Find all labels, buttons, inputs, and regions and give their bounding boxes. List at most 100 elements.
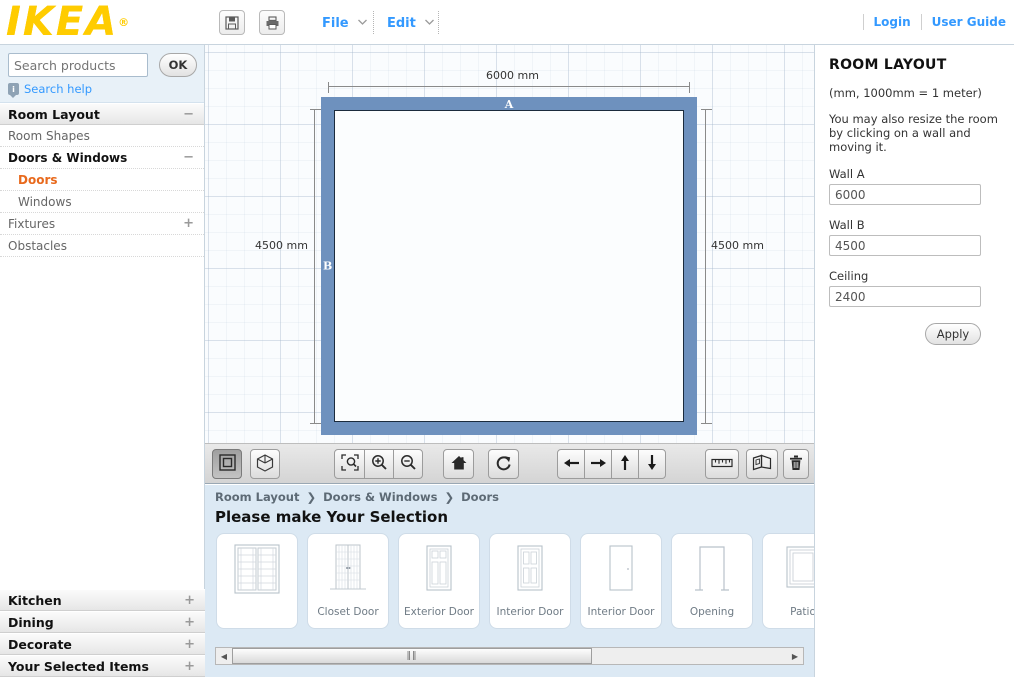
breadcrumb-item-1[interactable]: Doors & Windows — [323, 490, 437, 504]
scroll-left-button[interactable]: ◀ — [216, 648, 232, 664]
menu-edit[interactable]: Edit — [387, 13, 434, 33]
sidebar-item-obstacles[interactable]: Obstacles — [0, 235, 204, 257]
sidebar-item-label: Your Selected Items — [8, 659, 149, 674]
sidebar-item-label: Kitchen — [8, 593, 62, 608]
room-floor[interactable] — [334, 110, 684, 422]
patio-door-icon — [763, 540, 814, 598]
delete-button[interactable] — [783, 449, 809, 479]
breadcrumb-separator: ❯ — [306, 490, 317, 504]
expand-plus-icon[interactable]: + — [184, 612, 195, 634]
measure-button[interactable] — [705, 449, 739, 479]
sidebar-item-label: Doors — [18, 173, 58, 187]
pan-right-button[interactable] — [584, 449, 612, 479]
divider — [862, 14, 864, 30]
sidebar-item-windows[interactable]: Windows — [0, 191, 204, 213]
sidebar-item-doors-windows[interactable]: Doors & Windows − — [0, 147, 204, 169]
breadcrumb-item-2[interactable]: Doors — [461, 490, 499, 504]
zoom-out-button[interactable] — [393, 449, 423, 479]
sidebar-item-decorate[interactable]: Decorate + — [0, 633, 205, 655]
product-card-label: Interior Door — [496, 606, 564, 618]
chevron-down-icon — [424, 18, 434, 28]
pan-up-button[interactable] — [611, 449, 639, 479]
zoom-fit-button[interactable] — [334, 449, 365, 479]
collapse-minus-icon[interactable]: − — [183, 104, 194, 126]
home-button[interactable] — [443, 449, 474, 479]
product-card[interactable]: Patio — [762, 533, 814, 629]
arrow-left-icon — [563, 456, 580, 473]
sidebar-item-dining[interactable]: Dining + — [0, 611, 205, 633]
cube-3d-icon — [256, 453, 274, 475]
expand-plus-icon[interactable]: + — [184, 634, 195, 656]
expand-plus-icon[interactable]: + — [184, 590, 195, 612]
view-3d-button[interactable] — [250, 449, 280, 479]
expand-plus-icon[interactable]: + — [183, 213, 194, 235]
view-2d-button[interactable] — [212, 449, 242, 479]
product-card[interactable]: Closet Door — [307, 533, 389, 629]
interior-panel-door-icon — [490, 540, 570, 598]
ceiling-input[interactable] — [829, 286, 981, 307]
walls-view-button[interactable] — [746, 449, 778, 479]
product-card-label: Patio — [790, 606, 814, 618]
sidebar-item-label: Obstacles — [8, 239, 67, 253]
product-card[interactable]: Exterior Door — [398, 533, 480, 629]
zoom-fit-icon — [340, 454, 359, 474]
pan-down-button[interactable] — [638, 449, 666, 479]
product-card[interactable]: Interior Door — [580, 533, 662, 629]
scroll-right-button[interactable]: ▶ — [787, 648, 803, 664]
search-ok-button[interactable]: OK — [159, 53, 197, 77]
scrollbar-track[interactable]: ‖‖ — [232, 648, 787, 664]
apply-button[interactable]: Apply — [925, 323, 981, 345]
room-layout-panel: ROOM LAYOUT (mm, 1000mm = 1 meter) You m… — [814, 45, 1014, 677]
wall-b-input[interactable] — [829, 235, 981, 256]
closet-bifold-door-icon — [308, 540, 388, 598]
breadcrumb-separator: ❯ — [444, 490, 455, 504]
sidebar-section-room-layout[interactable]: Room Layout − — [0, 103, 204, 125]
scrollbar-thumb[interactable]: ‖‖ — [232, 648, 592, 664]
sidebar-item-doors[interactable]: Doors — [0, 169, 204, 191]
rotate-button[interactable] — [488, 449, 519, 479]
search-help-label: Search help — [24, 82, 93, 96]
registered-mark-icon: ® — [118, 15, 130, 29]
panel-title: ROOM LAYOUT — [829, 57, 947, 73]
sidebar-item-fixtures[interactable]: Fixtures + — [0, 213, 204, 235]
search-help-link[interactable]: i Search help — [8, 82, 93, 98]
product-scrollbar[interactable]: ◀ ‖‖ ▶ — [215, 647, 804, 665]
pan-left-button[interactable] — [557, 449, 585, 479]
wall-b-label: Wall B — [829, 218, 865, 232]
sidebar: OK i Search help Room Layout − Room Shap… — [0, 45, 205, 677]
arrow-right-icon — [590, 456, 607, 473]
ikea-logo[interactable]: IKEA ® — [6, 0, 196, 44]
ceiling-label: Ceiling — [829, 269, 869, 283]
trash-icon — [789, 455, 803, 474]
zoom-in-button[interactable] — [364, 449, 394, 479]
search-input[interactable] — [8, 53, 148, 77]
divider — [920, 14, 922, 30]
product-card-label: Exterior Door — [404, 606, 474, 618]
save-button[interactable] — [219, 10, 245, 35]
wall-a-input[interactable] — [829, 184, 981, 205]
sidebar-item-label: Doors & Windows — [8, 151, 128, 165]
product-card[interactable]: Interior Door — [489, 533, 571, 629]
product-card[interactable]: Opening — [671, 533, 753, 629]
user-guide-link[interactable]: User Guide — [932, 15, 1006, 29]
sidebar-item-kitchen[interactable]: Kitchen + — [0, 589, 205, 611]
exterior-door-icon — [399, 540, 479, 598]
menu-edit-label: Edit — [387, 15, 416, 31]
product-card-label: Opening — [689, 606, 735, 618]
folded-walls-icon — [752, 454, 772, 474]
expand-plus-icon[interactable]: + — [184, 656, 195, 677]
sidebar-item-label: Room Shapes — [8, 129, 90, 143]
view-toolbar — [205, 443, 814, 484]
room-walls[interactable]: A B — [321, 97, 697, 435]
floorplan-canvas[interactable]: 6000 mm 6000 mm 4500 mm 4500 mm A B — [205, 45, 814, 443]
print-button[interactable] — [259, 10, 285, 35]
sidebar-item-your-selected-items[interactable]: Your Selected Items + — [0, 655, 205, 677]
collapse-minus-icon[interactable]: − — [183, 147, 194, 169]
top-right-links: Login User Guide — [862, 14, 1006, 30]
breadcrumb-item-0[interactable]: Room Layout — [215, 490, 299, 504]
sidebar-section-label: Room Layout — [8, 107, 100, 122]
login-link[interactable]: Login — [874, 15, 911, 29]
product-card[interactable] — [216, 533, 298, 629]
sidebar-item-room-shapes[interactable]: Room Shapes — [0, 125, 204, 147]
menu-file[interactable]: File — [322, 13, 367, 33]
